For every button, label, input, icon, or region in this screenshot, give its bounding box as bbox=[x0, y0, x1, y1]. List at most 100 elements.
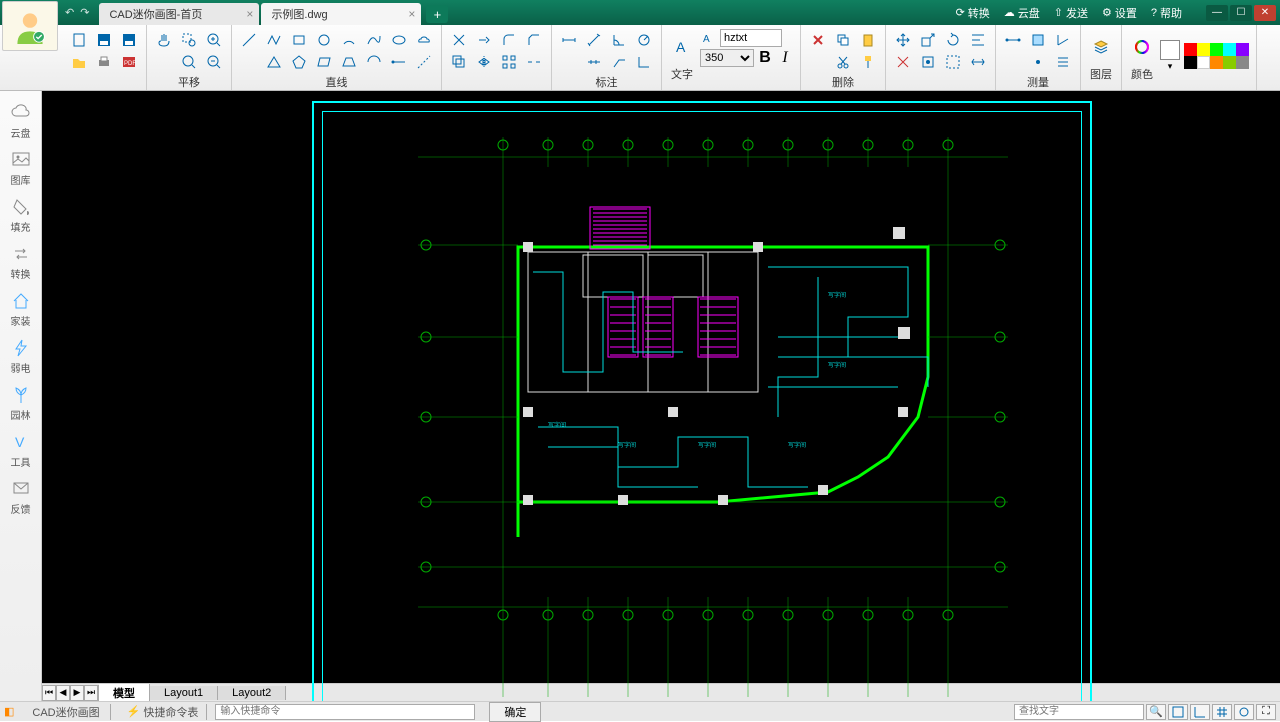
bold-button[interactable]: B bbox=[756, 49, 774, 67]
measure-angle-tool[interactable] bbox=[1052, 29, 1074, 51]
measure-list-tool[interactable] bbox=[1052, 51, 1074, 73]
zoom-out-button[interactable] bbox=[203, 51, 225, 73]
search-input[interactable] bbox=[1014, 704, 1144, 720]
measure-id-tool[interactable] bbox=[1027, 51, 1049, 73]
cloud-button[interactable]: ☁云盘 bbox=[1004, 5, 1040, 21]
color-black[interactable] bbox=[1184, 56, 1197, 69]
ellipse-tool[interactable] bbox=[388, 29, 410, 51]
tab-home[interactable]: CAD迷你画图-首页 × bbox=[99, 3, 259, 25]
triangle-tool[interactable] bbox=[263, 51, 285, 73]
chamfer-tool[interactable] bbox=[523, 29, 545, 51]
ray-tool[interactable] bbox=[388, 51, 410, 73]
spline-tool[interactable] bbox=[363, 29, 385, 51]
send-button[interactable]: ⇧发送 bbox=[1054, 5, 1088, 21]
extend-tool[interactable] bbox=[473, 29, 495, 51]
group-tool[interactable] bbox=[942, 51, 964, 73]
user-avatar[interactable] bbox=[2, 1, 58, 51]
grid-toggle[interactable] bbox=[1212, 704, 1232, 720]
color-purple[interactable] bbox=[1236, 43, 1249, 56]
dim-ordinate-tool[interactable] bbox=[633, 51, 655, 73]
align-tool[interactable] bbox=[967, 29, 989, 51]
measure-dist-tool[interactable] bbox=[1002, 29, 1024, 51]
snap-toggle[interactable] bbox=[1168, 704, 1188, 720]
minimize-button[interactable]: — bbox=[1206, 5, 1228, 21]
sidebar-item-feedback[interactable]: 反馈 bbox=[2, 475, 40, 520]
expand-toggle[interactable]: ⛶ bbox=[1256, 704, 1276, 720]
tab-nav-prev[interactable]: ◀ bbox=[56, 685, 70, 701]
add-tab-button[interactable]: + bbox=[426, 5, 448, 23]
save-button[interactable] bbox=[93, 29, 115, 51]
search-icon[interactable]: 🔍 bbox=[1146, 704, 1166, 720]
tab-nav-last[interactable]: ⏭ bbox=[84, 685, 98, 701]
format-paint-tool[interactable] bbox=[857, 51, 879, 73]
tab-nav-next[interactable]: ▶ bbox=[70, 685, 84, 701]
current-color-swatch[interactable] bbox=[1160, 40, 1180, 60]
mirror-tool[interactable] bbox=[473, 51, 495, 73]
parallelogram-tool[interactable] bbox=[313, 51, 335, 73]
maximize-button[interactable]: ☐ bbox=[1230, 5, 1252, 21]
dim-continue-tool[interactable] bbox=[583, 51, 605, 73]
color-yellow[interactable] bbox=[1197, 43, 1210, 56]
command-input[interactable] bbox=[215, 704, 475, 720]
circle-tool[interactable] bbox=[313, 29, 335, 51]
sidebar-item-garden[interactable]: 园林 bbox=[2, 381, 40, 426]
rotate-tool[interactable] bbox=[942, 29, 964, 51]
back-arrow-icon[interactable]: ↶ bbox=[65, 6, 74, 19]
rect-tool[interactable] bbox=[288, 29, 310, 51]
ortho-toggle[interactable] bbox=[1190, 704, 1210, 720]
font-size-select[interactable]: 350 bbox=[700, 49, 754, 67]
help-button[interactable]: ?帮助 bbox=[1151, 5, 1182, 21]
trim-tool[interactable] bbox=[448, 29, 470, 51]
offset-tool[interactable] bbox=[448, 51, 470, 73]
dim-linear-tool[interactable] bbox=[558, 29, 580, 51]
close-window-button[interactable]: ✕ bbox=[1254, 5, 1276, 21]
fillet-tool[interactable] bbox=[498, 29, 520, 51]
arc2-tool[interactable] bbox=[363, 51, 385, 73]
color-gray[interactable] bbox=[1236, 56, 1249, 69]
color-orange[interactable] bbox=[1210, 56, 1223, 69]
measure-area-tool[interactable] bbox=[1027, 29, 1049, 51]
explode-tool[interactable] bbox=[892, 51, 914, 73]
confirm-button[interactable]: 确定 bbox=[489, 702, 541, 722]
trapezoid-tool[interactable] bbox=[338, 51, 360, 73]
polygon-tool[interactable] bbox=[288, 51, 310, 73]
sidebar-item-home[interactable]: 家装 bbox=[2, 287, 40, 332]
sidebar-item-elec[interactable]: 弱电 bbox=[2, 334, 40, 379]
zoom-in-button[interactable] bbox=[203, 29, 225, 51]
cloud-tool[interactable] bbox=[413, 29, 435, 51]
forward-arrow-icon[interactable]: ↷ bbox=[80, 6, 89, 19]
dim-angular-tool[interactable] bbox=[608, 29, 630, 51]
sidebar-item-convert[interactable]: 转换 bbox=[2, 240, 40, 285]
pan-tool[interactable] bbox=[153, 29, 175, 51]
cut-tool[interactable] bbox=[832, 51, 854, 73]
export-pdf-button[interactable]: PDF bbox=[118, 51, 140, 73]
zoom-extents-button[interactable] bbox=[178, 51, 200, 73]
settings-button[interactable]: ⚙设置 bbox=[1102, 5, 1137, 21]
block-tool[interactable] bbox=[917, 51, 939, 73]
stretch-tool[interactable] bbox=[967, 51, 989, 73]
delete-tool[interactable] bbox=[807, 29, 829, 51]
convert-button[interactable]: ⟳转换 bbox=[956, 5, 990, 21]
close-icon[interactable]: × bbox=[246, 7, 253, 21]
tab-document[interactable]: 示例图.dwg × bbox=[261, 3, 421, 25]
print-button[interactable] bbox=[93, 51, 115, 73]
dim-leader-tool[interactable] bbox=[608, 51, 630, 73]
sidebar-item-cloud[interactable]: 云盘 bbox=[2, 99, 40, 144]
color-red[interactable] bbox=[1184, 43, 1197, 56]
color-cyan[interactable] bbox=[1223, 43, 1236, 56]
close-icon[interactable]: × bbox=[408, 7, 415, 21]
model-tab[interactable]: 模型 bbox=[99, 684, 150, 702]
array-tool[interactable] bbox=[498, 51, 520, 73]
scale-tool[interactable] bbox=[917, 29, 939, 51]
copy-tool[interactable] bbox=[832, 29, 854, 51]
sidebar-item-gallery[interactable]: 图库 bbox=[2, 146, 40, 191]
layer-manager-button[interactable] bbox=[1087, 29, 1115, 65]
shortcut-table-button[interactable]: ⚡快捷命令表 bbox=[119, 704, 208, 720]
color-white[interactable] bbox=[1197, 56, 1210, 69]
arc-tool[interactable] bbox=[338, 29, 360, 51]
text-tool[interactable]: A bbox=[668, 29, 696, 65]
polyline-tool[interactable] bbox=[263, 29, 285, 51]
dim-radius-tool[interactable] bbox=[633, 29, 655, 51]
layout1-tab[interactable]: Layout1 bbox=[150, 686, 218, 700]
dim-aligned-tool[interactable] bbox=[583, 29, 605, 51]
